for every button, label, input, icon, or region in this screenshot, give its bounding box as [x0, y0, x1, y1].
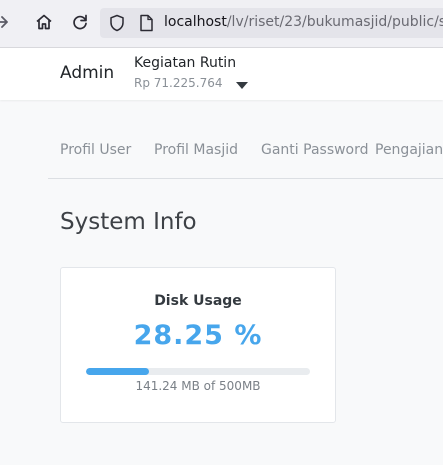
tab-profil-masjid[interactable]: Profil Masjid: [154, 142, 238, 158]
disk-usage-card: Disk Usage 28.25 % 141.24 MB of 500MB: [60, 267, 336, 423]
disk-usage-progress-bar: [86, 368, 310, 375]
disk-usage-title: Disk Usage: [154, 293, 242, 309]
brand-title[interactable]: Admin: [60, 63, 114, 83]
browser-toolbar: localhost/lv/riset/23/bukumasjid/public/…: [0, 0, 443, 48]
home-icon[interactable]: [34, 12, 54, 32]
app-header: Admin Kegiatan Rutin Rp 71.225.764: [0, 48, 443, 100]
url-text[interactable]: localhost/lv/riset/23/bukumasjid/public/…: [164, 14, 443, 30]
reload-icon[interactable]: [70, 12, 90, 32]
caret-down-icon[interactable]: [236, 75, 248, 89]
address-bar[interactable]: localhost/lv/riset/23/bukumasjid/public/…: [100, 8, 443, 38]
account-balance: Rp 71.225.764: [134, 76, 223, 90]
tab-pengajian[interactable]: Pengajian: [375, 142, 443, 158]
tab-profil-user[interactable]: Profil User: [60, 142, 131, 158]
page-title: System Info: [60, 209, 197, 235]
page-info-icon[interactable]: [138, 14, 154, 32]
disk-usage-caption: 141.24 MB of 500MB: [135, 379, 261, 393]
disk-usage-progress-fill: [86, 368, 150, 375]
disk-usage-percent: 28.25 %: [133, 320, 263, 351]
tab-ganti-password[interactable]: Ganti Password: [261, 142, 369, 158]
shield-icon[interactable]: [108, 14, 126, 32]
account-dropdown[interactable]: Kegiatan Rutin Rp 71.225.764: [134, 55, 254, 93]
url-path: /lv/riset/23/bukumasjid/public/system: [226, 14, 443, 30]
forward-arrow-icon[interactable]: [0, 12, 12, 32]
profile-tabs: Profil User Profil Masjid Ganti Password…: [48, 132, 443, 179]
account-name: Kegiatan Rutin: [134, 55, 237, 71]
url-host: localhost: [164, 14, 227, 30]
